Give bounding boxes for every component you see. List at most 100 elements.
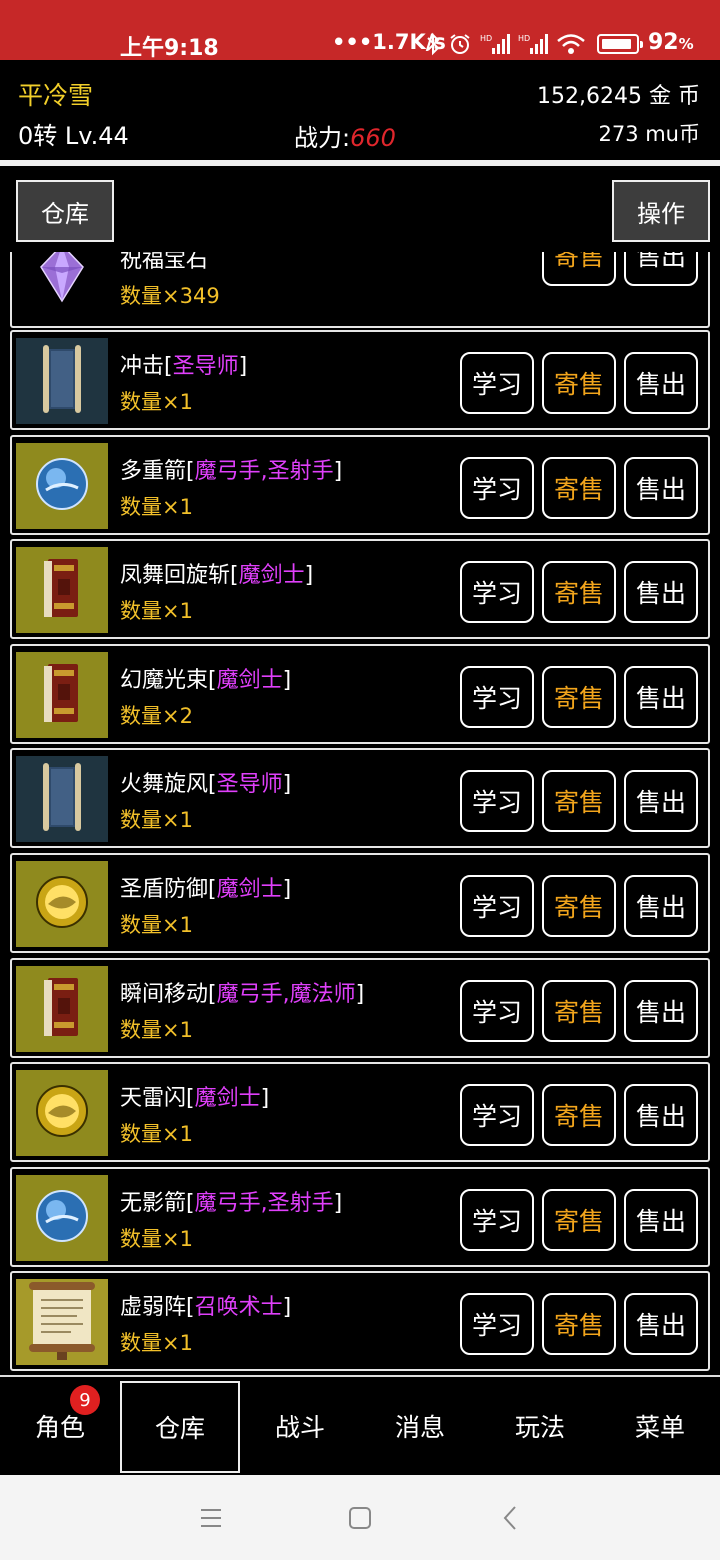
svg-text:HD: HD (518, 34, 530, 43)
operate-button[interactable]: 操作 (612, 180, 710, 242)
item-name: 幻魔光束[魔剑士] (120, 668, 292, 693)
status-time: 上午9:18 (120, 36, 219, 61)
warehouse-button[interactable]: 仓库 (16, 180, 114, 242)
signal-icon-1: HD (480, 34, 510, 54)
item-class: 魔弓手,圣射手 (194, 459, 334, 484)
item-row[interactable]: 凤舞回旋斩[魔剑士] 数量×1 学习 寄售 售出 (10, 539, 710, 639)
item-name: 天雷闪[魔剑士] (120, 1086, 270, 1111)
consign-button[interactable]: 寄售 (542, 1293, 616, 1355)
learn-button[interactable]: 学习 (460, 457, 534, 519)
item-row[interactable]: 圣盾防御[魔剑士] 数量×1 学习 寄售 售出 (10, 853, 710, 953)
consign-button[interactable]: 寄售 (542, 875, 616, 937)
consign-button[interactable]: 寄售 (542, 980, 616, 1042)
item-quantity: 数量×1 (120, 1122, 193, 1146)
sell-button[interactable]: 售出 (624, 457, 698, 519)
nav-item-5[interactable]: 菜单 (600, 1377, 720, 1475)
consign-button[interactable]: 寄售 (542, 561, 616, 623)
nav-item-2[interactable]: 战斗 (240, 1377, 360, 1475)
learn-button[interactable]: 学习 (460, 1189, 534, 1251)
item-class: 魔弓手,魔法师 (216, 982, 356, 1007)
player-level: 0转 Lv.44 (18, 122, 129, 150)
item-row[interactable]: 无影箭[魔弓手,圣射手] 数量×1 学习 寄售 售出 (10, 1167, 710, 1267)
sell-button[interactable]: 售出 (624, 980, 698, 1042)
status-bar: 上午9:18 •••1.7K/s HD HD 92% (0, 0, 720, 61)
item-row[interactable]: 瞬间移动[魔弓手,魔法师] 数量×1 学习 寄售 售出 (10, 958, 710, 1058)
consign-button[interactable]: 寄售 (542, 352, 616, 414)
sell-button[interactable]: 售出 (624, 252, 698, 286)
item-row[interactable]: 多重箭[魔弓手,圣射手] 数量×1 学习 寄售 售出 (10, 435, 710, 535)
header-divider (0, 160, 720, 166)
signal-icon-2: HD (518, 34, 548, 54)
item-name: 瞬间移动[魔弓手,魔法师] (120, 982, 365, 1007)
sell-button[interactable]: 售出 (624, 666, 698, 728)
sell-button[interactable]: 售出 (624, 1293, 698, 1355)
bottom-nav: 角色 9 仓库 战斗 消息 玩法 菜单 (0, 1375, 720, 1475)
item-row[interactable]: 幻魔光束[魔剑士] 数量×2 学习 寄售 售出 (10, 644, 710, 744)
menu-icon[interactable] (199, 1501, 223, 1535)
consign-button[interactable]: 寄售 (542, 252, 616, 286)
yellow-orb-icon (34, 1083, 90, 1143)
item-row[interactable]: 虚弱阵[召唤术士] 数量×1 学习 寄售 售出 (10, 1271, 710, 1371)
item-row[interactable]: 冲击[圣导师] 数量×1 学习 寄售 售出 (10, 330, 710, 430)
system-nav-bar (0, 1475, 720, 1560)
item-quantity: 数量×1 (120, 808, 193, 832)
item-class: 魔弓手,圣射手 (194, 1191, 334, 1216)
alarm-icon (450, 34, 470, 54)
learn-button[interactable]: 学习 (460, 666, 534, 728)
consign-button[interactable]: 寄售 (542, 770, 616, 832)
learn-button[interactable]: 学习 (460, 1293, 534, 1355)
nav-item-3[interactable]: 消息 (360, 1377, 480, 1475)
player-name: 平冷雪 (18, 81, 94, 110)
item-thumbnail (16, 252, 108, 318)
sell-button[interactable]: 售出 (624, 770, 698, 832)
item-quantity: 数量×1 (120, 495, 193, 519)
item-name: 虚弱阵[召唤术士] (120, 1295, 292, 1320)
nav-item-4[interactable]: 玩法 (480, 1377, 600, 1475)
player-header: 平冷雪 152,6245 金 币 0转 Lv.44 战力:660 273 mu币 (0, 60, 720, 160)
item-thumbnail (16, 1279, 108, 1365)
sell-button[interactable]: 售出 (624, 1084, 698, 1146)
item-quantity: 数量×1 (120, 1227, 193, 1251)
home-icon[interactable] (347, 1501, 373, 1535)
item-name: 多重箭[魔弓手,圣射手] (120, 459, 343, 484)
item-quantity: 数量×349 (120, 284, 220, 308)
learn-button[interactable]: 学习 (460, 980, 534, 1042)
blue-orb-icon (34, 1188, 90, 1248)
item-row[interactable]: 祝福宝石 数量×349 寄售 售出 (10, 252, 710, 328)
item-thumbnail (16, 966, 108, 1052)
sell-button[interactable]: 售出 (624, 1189, 698, 1251)
item-name: 凤舞回旋斩[魔剑士] (120, 563, 314, 588)
nav-item-1[interactable]: 仓库 (120, 1381, 240, 1473)
parchment-icon (23, 1278, 101, 1366)
item-thumbnail (16, 547, 108, 633)
back-icon[interactable] (500, 1501, 520, 1535)
mu-currency: 273 mu币 (598, 122, 700, 146)
item-quantity: 数量×1 (120, 599, 193, 623)
learn-button[interactable]: 学习 (460, 352, 534, 414)
item-name: 无影箭[魔弓手,圣射手] (120, 1191, 343, 1216)
consign-button[interactable]: 寄售 (542, 457, 616, 519)
item-name: 圣盾防御[魔剑士] (120, 877, 292, 902)
consign-button[interactable]: 寄售 (542, 1084, 616, 1146)
sell-button[interactable]: 售出 (624, 352, 698, 414)
sell-button[interactable]: 售出 (624, 875, 698, 937)
learn-button[interactable]: 学习 (460, 561, 534, 623)
item-list[interactable]: 祝福宝石 数量×349 寄售 售出 冲击[圣导师] 数量×1 学习 寄售 售出 多重箭[魔弓手,圣… (0, 252, 720, 1374)
gold-amount: 152,6245 金 币 (537, 84, 700, 109)
item-class: 魔剑士 (194, 1086, 261, 1111)
nav-item-0[interactable]: 角色 9 (0, 1377, 120, 1475)
bluetooth-icon (427, 32, 440, 56)
item-class: 魔剑士 (216, 877, 283, 902)
learn-button[interactable]: 学习 (460, 875, 534, 937)
item-thumbnail (16, 756, 108, 842)
learn-button[interactable]: 学习 (460, 770, 534, 832)
item-row[interactable]: 火舞旋风[圣导师] 数量×1 学习 寄售 售出 (10, 748, 710, 848)
learn-button[interactable]: 学习 (460, 1084, 534, 1146)
item-class: 圣导师 (216, 772, 283, 797)
item-row[interactable]: 天雷闪[魔剑士] 数量×1 学习 寄售 售出 (10, 1062, 710, 1162)
consign-button[interactable]: 寄售 (542, 1189, 616, 1251)
yellow-orb-icon (34, 874, 90, 934)
sell-button[interactable]: 售出 (624, 561, 698, 623)
consign-button[interactable]: 寄售 (542, 666, 616, 728)
nav-label: 仓库 (154, 1414, 205, 1443)
